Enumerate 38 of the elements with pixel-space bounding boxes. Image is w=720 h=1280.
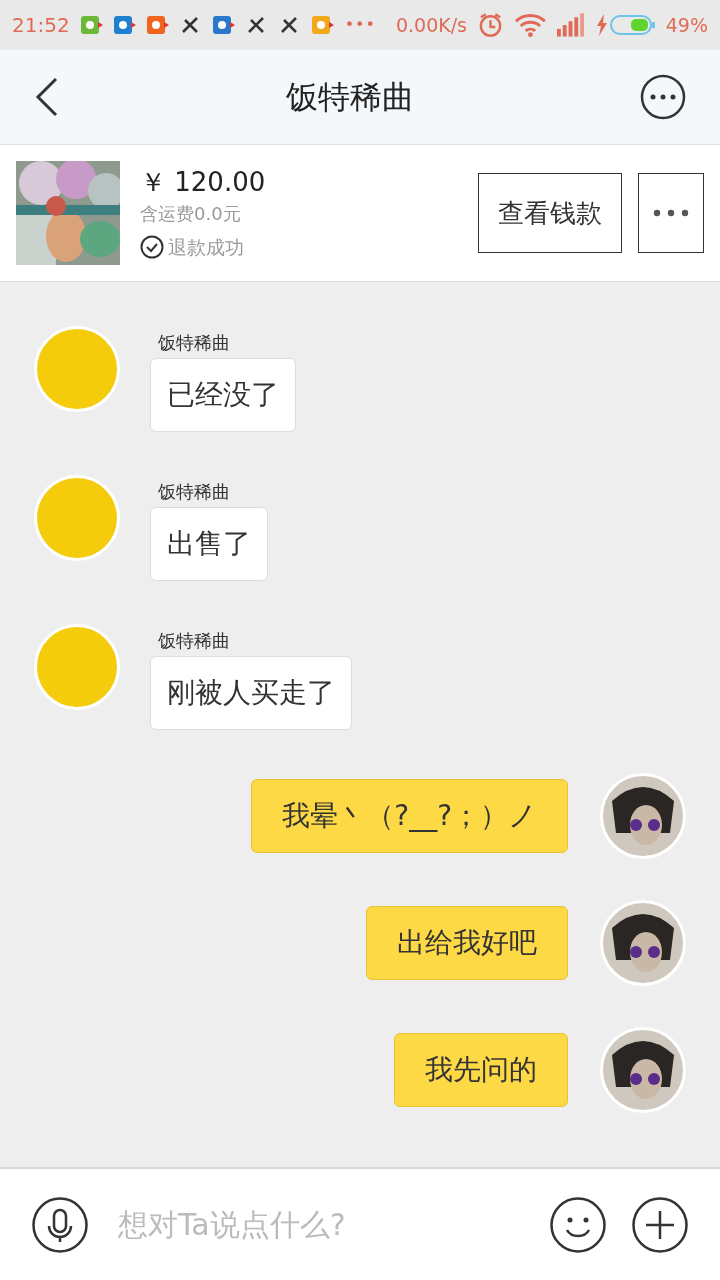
microphone-icon[interactable] [32, 1196, 88, 1253]
status-time: 21:52 [12, 12, 70, 39]
overflow-dots: ••• [344, 14, 376, 36]
avatar[interactable] [600, 900, 686, 986]
sender-name: 饭特稀曲 [158, 331, 231, 355]
more-icon[interactable] [640, 74, 686, 120]
more-button[interactable] [638, 173, 704, 253]
message-bubble: 我晕丶（?__?；）ノ [251, 779, 568, 853]
plus-icon[interactable] [632, 1196, 688, 1253]
shipping-fee: 含运费0.0元 [140, 201, 242, 226]
app-notification-icon [145, 14, 170, 36]
back-icon[interactable] [34, 77, 60, 117]
more-dots-icon [653, 209, 689, 217]
app-notification-icon [112, 14, 137, 36]
message-bubble: 出给我好吧 [366, 906, 568, 980]
avatar[interactable] [600, 773, 686, 859]
message-bubble: 出售了 [150, 507, 268, 581]
view-payment-button[interactable]: 查看钱款 [478, 173, 622, 253]
wifi-icon [514, 12, 547, 38]
sender-name: 饭特稀曲 [158, 629, 231, 653]
message-bubble: 刚被人买走了 [150, 656, 352, 730]
message-bubble: 已经没了 [150, 358, 296, 432]
battery-percent: 49% [665, 12, 708, 38]
price: ￥ 120.00 [140, 165, 267, 199]
refund-status: 退款成功 [168, 234, 244, 260]
charging-icon [595, 14, 608, 36]
battery-icon [609, 15, 656, 35]
app-notification-icon [79, 14, 104, 36]
chat-title: 饭特稀曲 [286, 77, 414, 118]
signal-icon [556, 13, 586, 37]
emoji-icon[interactable] [550, 1196, 606, 1253]
net-speed: 0.00K/s [395, 12, 468, 38]
app-notification-icon [310, 14, 335, 36]
app-notification-icon [211, 14, 236, 36]
message-bubble: 我先问的 [394, 1033, 568, 1107]
check-circle-icon [140, 235, 164, 259]
sender-name: 饭特稀曲 [158, 480, 231, 504]
avatar[interactable] [600, 1027, 686, 1113]
